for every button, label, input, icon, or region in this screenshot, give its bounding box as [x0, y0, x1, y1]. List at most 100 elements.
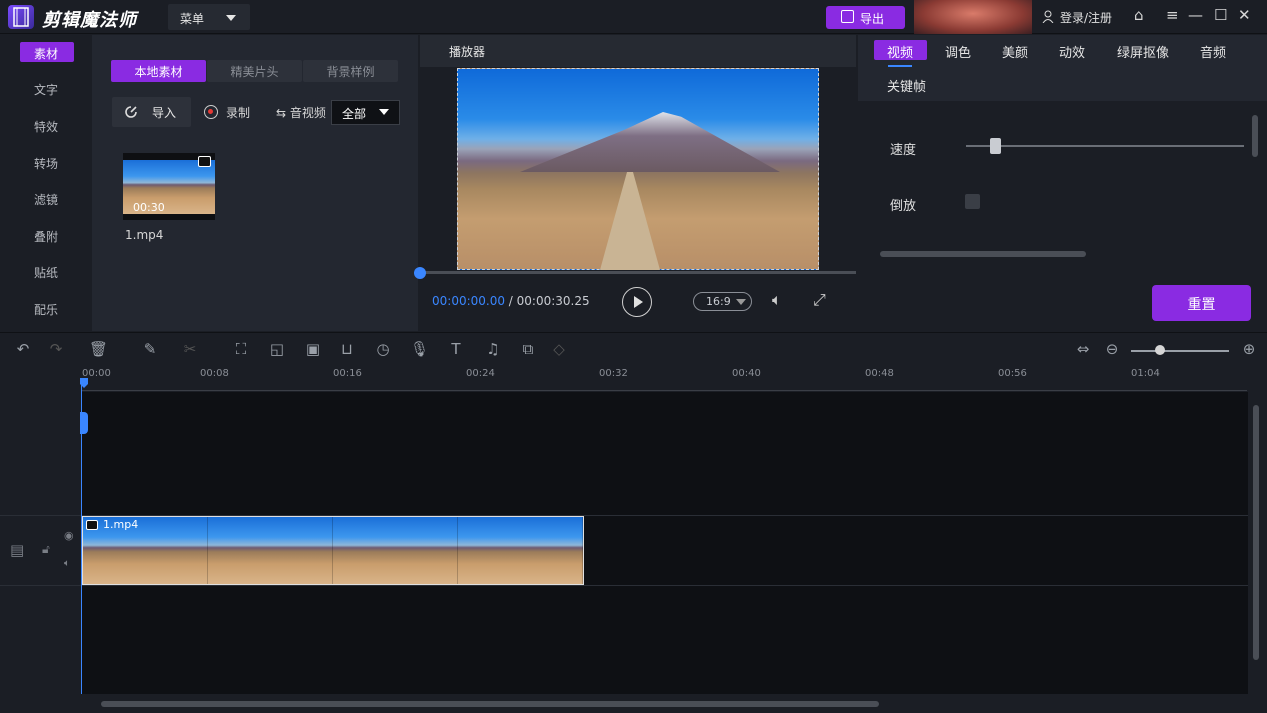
reverse-checkbox[interactable] [965, 194, 980, 209]
ratio-value: 16:9 [706, 295, 731, 308]
tab-audio[interactable]: 音频 [1200, 42, 1226, 61]
text-to-speech-icon[interactable]: T [447, 340, 465, 358]
reverse-label: 倒放 [890, 199, 917, 214]
app-title: 剪辑魔法师 [42, 10, 137, 31]
import-button[interactable]: 导入 [112, 97, 191, 127]
tick-label: 00:00 [82, 368, 111, 379]
chevron-down-icon [736, 299, 746, 305]
playhead-handle[interactable] [80, 412, 88, 434]
player-header [420, 35, 856, 67]
volume-icon[interactable]: 🔈︎ [772, 290, 782, 310]
tick-label: 00:08 [200, 368, 229, 379]
reset-button[interactable]: 重置 [1152, 285, 1251, 321]
record-label: 录制 [226, 106, 251, 120]
hamburger-icon[interactable]: ≡ [1166, 6, 1179, 24]
tab-background-samples[interactable]: 背景样例 [303, 60, 398, 82]
tab-local-material[interactable]: 本地素材 [111, 60, 206, 82]
speed-slider[interactable] [966, 145, 1244, 147]
clock-icon[interactable]: ◷ [374, 340, 392, 358]
clip-frame [83, 517, 208, 584]
maximize-icon[interactable]: ☐ [1214, 6, 1227, 24]
tick-label: 00:40 [732, 368, 761, 379]
speed-label: 速度 [890, 143, 917, 158]
tab-motion[interactable]: 动效 [1059, 42, 1085, 61]
import-icon [125, 106, 137, 118]
microphone-icon[interactable]: 🎙︎ [410, 340, 429, 358]
category-item-sticker[interactable]: 贴纸 [0, 264, 92, 281]
media-filter-select[interactable]: 全部 [331, 100, 400, 125]
clip-frame [208, 517, 333, 584]
resize-icon[interactable]: ◱ [268, 340, 286, 358]
fullscreen-icon[interactable]: ⤢ [813, 290, 826, 310]
tick-label: 00:16 [333, 368, 362, 379]
crop-icon[interactable]: ⛶ [232, 340, 250, 358]
ruler-baseline [82, 390, 1247, 391]
seek-bar[interactable] [420, 271, 856, 274]
tab-beauty[interactable]: 美颜 [1002, 42, 1028, 61]
av-label: 音视频 [289, 106, 326, 120]
timeline-horizontal-scrollbar[interactable] [101, 701, 879, 707]
tab-video[interactable]: 视频 [887, 42, 913, 61]
category-item-transition[interactable]: 转场 [0, 155, 92, 172]
lock-icon[interactable]: 🔓︎ [42, 542, 50, 557]
cut-icon[interactable]: ✂ [181, 340, 199, 358]
login-link[interactable]: 登录/注册 [1040, 9, 1112, 26]
aspect-ratio-select[interactable]: 16:9 [693, 292, 752, 311]
category-item-overlay[interactable]: 叠附 [0, 228, 92, 245]
filter-value: 全部 [342, 107, 367, 121]
tab-keyframe[interactable]: 关键帧 [887, 76, 926, 95]
mosaic-icon[interactable]: ▣ [304, 340, 322, 358]
avatar[interactable] [914, 0, 1032, 34]
import-label: 导入 [152, 106, 177, 120]
freeze-frame-icon[interactable]: ⊔ [338, 340, 356, 358]
play-button[interactable] [622, 287, 652, 317]
category-item-text[interactable]: 文字 [0, 81, 92, 98]
tab-underline [888, 65, 912, 67]
properties-horizontal-scrollbar[interactable] [880, 251, 1086, 257]
user-icon [1042, 10, 1054, 23]
zoom-slider-handle[interactable] [1155, 345, 1165, 355]
zoom-in-icon[interactable]: ⊕ [1240, 340, 1258, 358]
timeline-vertical-scrollbar[interactable] [1253, 405, 1259, 660]
category-item-effects[interactable]: 特效 [0, 118, 92, 135]
voice-change-icon[interactable]: ♫ [484, 340, 502, 358]
zoom-slider[interactable] [1131, 350, 1229, 352]
timeline-ruler[interactable] [82, 368, 1267, 392]
category-item-filter[interactable]: 滤镜 [0, 191, 92, 208]
current-time: 00:00:00.00 [432, 294, 505, 308]
speaker-icon[interactable]: 🔈︎ [64, 558, 70, 569]
keyframe-icon[interactable]: ◇ [550, 340, 568, 358]
close-icon[interactable]: ✕ [1238, 6, 1251, 24]
tab-color[interactable]: 调色 [945, 42, 971, 61]
properties-vertical-scrollbar[interactable] [1252, 115, 1258, 157]
category-item-material[interactable]: 素材 [0, 45, 92, 62]
redo-icon[interactable]: ↷ [47, 340, 65, 358]
film-logo-icon [8, 5, 34, 29]
minimize-icon[interactable]: — [1188, 6, 1203, 24]
eye-icon[interactable]: ◉ [64, 529, 74, 542]
tab-green-screen[interactable]: 绿屏抠像 [1117, 42, 1169, 61]
zoom-out-icon[interactable]: ⊖ [1103, 340, 1121, 358]
undo-icon[interactable]: ↶ [14, 340, 32, 358]
clip-frame [333, 517, 458, 584]
export-label: 导出 [860, 12, 885, 26]
fit-timeline-icon[interactable]: ⇔ [1074, 340, 1092, 358]
record-button[interactable]: 录制 [204, 104, 250, 121]
category-item-music[interactable]: 配乐 [0, 301, 92, 318]
menu-dropdown-button[interactable]: 菜单 [168, 4, 250, 30]
menu-label: 菜单 [180, 12, 205, 26]
audio-video-toggle[interactable]: ⇆ 音视频 [276, 104, 326, 121]
clip-frame [458, 517, 583, 584]
export-icon [841, 10, 854, 23]
tab-intro-templates[interactable]: 精美片头 [207, 60, 302, 82]
export-button[interactable]: 导出 [826, 6, 905, 29]
delete-icon[interactable]: 🗑︎ [89, 340, 108, 358]
copy-icon[interactable]: ⧉ [519, 340, 537, 358]
tick-label: 00:48 [865, 368, 894, 379]
seek-handle[interactable] [414, 267, 426, 279]
video-clip[interactable] [82, 516, 584, 585]
home-icon[interactable]: ⌂ [1134, 6, 1144, 24]
speed-slider-handle[interactable] [990, 138, 1001, 154]
track-divider [0, 585, 1248, 586]
edit-icon[interactable]: ✎ [141, 340, 159, 358]
